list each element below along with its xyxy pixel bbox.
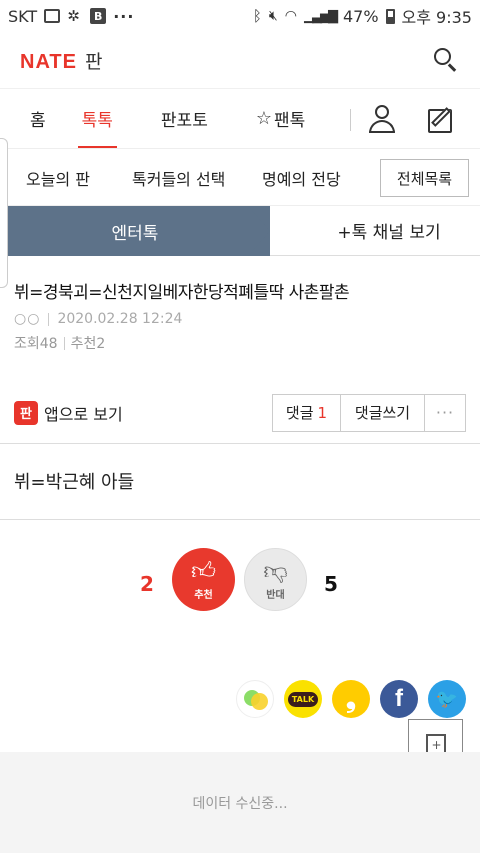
search-button[interactable] <box>432 46 460 74</box>
tab-pantok[interactable]: ☆ 팬톡 <box>252 89 309 149</box>
write-comment-button[interactable]: 댓글쓰기 <box>341 394 425 431</box>
loading-status: 데이터 수신중... <box>0 752 480 853</box>
channel-bar: 엔터톡 +톡 채널 보기 <box>0 206 480 256</box>
facebook-share-button[interactable]: f <box>380 680 418 718</box>
wifi-icon: ◠ <box>284 8 297 24</box>
meta-divider <box>48 312 50 326</box>
post-date: 2020.02.28 12:24 <box>57 311 183 327</box>
post-author: ○○ <box>14 311 41 327</box>
mute-icon: 🔇︎ <box>268 8 278 24</box>
more-notifications-icon: ··· <box>113 6 135 26</box>
battery-percent: 47% <box>342 6 379 26</box>
app-header: NATE 판 <box>0 32 480 88</box>
side-drawer-handle[interactable] <box>0 138 8 288</box>
thumbs-up-icon: 👍︎ <box>190 557 217 585</box>
kakaotalk-icon: TALK <box>287 691 319 707</box>
signal-icon: ▁▃▅▇ <box>303 8 338 24</box>
facebook-icon: f <box>395 685 403 712</box>
comments-button[interactable]: 댓글 1 <box>273 394 341 431</box>
post-meta: ○○ 2020.02.28 12:24 <box>14 311 466 327</box>
view-channels-button[interactable]: +톡 채널 보기 <box>270 206 480 255</box>
channel-arrow <box>248 206 270 256</box>
clock: 오후 9:35 <box>401 8 472 27</box>
twitter-share-button[interactable]: 🐦 <box>428 680 466 718</box>
twitter-icon: 🐦 <box>435 688 459 710</box>
sub-navigation: 오늘의 판 톡커들의 선택 명예의 전당 전체목록 <box>0 148 480 206</box>
post-actions: 판 앱으로 보기 댓글 1 댓글쓰기 ··· <box>0 382 480 444</box>
post-body: 뷔=박근혜 아들 <box>0 444 480 520</box>
pann-app-icon: 판 <box>14 400 38 425</box>
comments-label: 댓글 <box>285 404 314 422</box>
logo-brand: NATE <box>20 50 77 73</box>
kakaotalk-share-button[interactable]: TALK <box>284 680 322 718</box>
comment-count: 1 <box>317 403 328 422</box>
downvote-count: 5 <box>324 572 338 596</box>
subnav-picks[interactable]: 톡커들의 선택 <box>132 166 225 190</box>
status-left: SKT ✲ B ··· <box>8 7 134 26</box>
page: SKT ✲ B ··· ᛒ 🔇︎ ◠ ▁▃▅▇ 47% 오후 9:35 NATE… <box>0 0 480 853</box>
tab-pantok-label: 팬톡 <box>273 111 306 131</box>
logo-section: 판 <box>84 50 103 73</box>
pinwheel-icon: ✲ <box>67 7 80 25</box>
tab-home[interactable]: 홈 <box>26 89 50 149</box>
oppose-button[interactable]: 👎︎ 반대 <box>244 548 307 611</box>
subnav-today[interactable]: 오늘의 판 <box>26 166 90 190</box>
upvote-count: 2 <box>140 572 154 596</box>
open-in-app-button[interactable]: 판 앱으로 보기 <box>14 400 123 425</box>
recommend-label: 추천 <box>194 590 213 601</box>
status-bar: SKT ✲ B ··· ᛒ 🔇︎ ◠ ▁▃▅▇ 47% 오후 9:35 <box>0 0 480 32</box>
all-list-button[interactable]: 전체목록 <box>380 159 469 197</box>
tab-panpoto[interactable]: 판포토 <box>157 89 212 149</box>
post-stats: 조회48 추천2 <box>14 333 466 353</box>
recommend-button[interactable]: 👍︎ 추천 <box>172 548 235 611</box>
write-post-button[interactable] <box>426 103 458 135</box>
bluetooth-icon: ᛒ <box>252 7 262 25</box>
my-page-button[interactable] <box>366 103 398 135</box>
band-share-button[interactable] <box>236 680 274 718</box>
subnav-hall-of-fame[interactable]: 명예의 전당 <box>262 166 341 190</box>
carrier-label: SKT <box>8 6 38 26</box>
vote-section: 2 👍︎ 추천 👎︎ 반대 5 <box>0 520 480 630</box>
nate-pann-logo[interactable]: NATE 판 <box>20 47 102 74</box>
gallery-icon <box>44 9 61 23</box>
open-in-app-label: 앱으로 보기 <box>44 404 123 424</box>
post-header: 뷔=경북괴=신천지일베자한당적폐틀딱 사촌팔촌 ○○ 2020.02.28 12… <box>0 256 480 368</box>
more-options-button[interactable]: ··· <box>425 394 465 431</box>
stats-divider <box>63 336 65 350</box>
thumbs-down-icon: 👎︎ <box>263 557 288 585</box>
battery-icon <box>385 8 395 24</box>
status-right: ᛒ 🔇︎ ◠ ▁▃▅▇ 47% 오후 9:35 <box>253 4 472 28</box>
post-title: 뷔=경북괴=신천지일베자한당적폐틀딱 사촌팔촌 <box>14 283 350 303</box>
comment-button-group: 댓글 1 댓글쓰기 ··· <box>272 393 466 432</box>
kakaostory-icon: ❟ <box>345 683 357 714</box>
tab-toktok[interactable]: 톡톡 <box>77 89 118 149</box>
view-count: 조회48 <box>14 336 58 352</box>
recommend-count: 추천2 <box>70 336 106 352</box>
main-tabs: 홈 톡톡 판포토 ☆ 팬톡 <box>0 88 480 149</box>
share-bar: TALK ❟ f 🐦 <box>0 680 480 720</box>
oppose-label: 반대 <box>266 590 285 601</box>
b-app-icon: B <box>90 8 107 24</box>
tab-divider <box>350 109 351 131</box>
current-channel[interactable]: 엔터톡 <box>0 206 270 256</box>
star-icon: ☆ <box>255 108 272 129</box>
kakaostory-share-button[interactable]: ❟ <box>332 680 370 718</box>
